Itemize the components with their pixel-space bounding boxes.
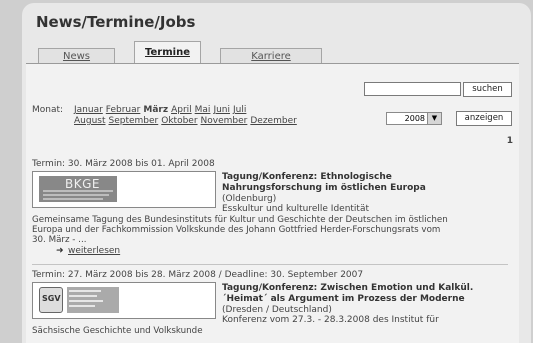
month-filter-label: Monat: — [32, 105, 64, 115]
search-input[interactable] — [364, 82, 461, 96]
sgv-logo: SGV — [32, 282, 216, 319]
year-select[interactable]: 2008 ▼ — [386, 112, 442, 125]
tab-news[interactable]: News — [38, 48, 115, 64]
event-date: Termin: 27. März 2008 bis 28. März 2008 … — [32, 270, 364, 280]
month-link-februar[interactable]: Februar — [106, 105, 141, 115]
event-subtitle: Esskultur und kulturelle Identität — [222, 204, 370, 214]
month-link-januar[interactable]: Januar — [74, 105, 103, 115]
event-title[interactable]: Tagung/Konferenz: Ethnologische Nahrungs… — [222, 172, 426, 193]
logo-text-line — [69, 295, 97, 297]
sgv-logo-mark: SGV — [39, 287, 63, 313]
event-location: (Dresden / Deutschland) — [222, 305, 332, 315]
logo-text-line — [69, 305, 95, 307]
search-button[interactable]: suchen — [463, 82, 512, 97]
event-description: Sächsische Geschichte und Volkskunde — [32, 326, 203, 336]
tab-karriere[interactable]: Karriere — [220, 48, 322, 64]
month-link-mai[interactable]: Mai — [195, 105, 211, 115]
bkge-logo: BKGE — [32, 171, 216, 208]
event-divider — [32, 264, 508, 265]
bkge-logo-text: BKGE — [65, 177, 100, 191]
sgv-logo-text: SGV — [42, 294, 61, 303]
page-title: News/Termine/Jobs — [36, 13, 196, 31]
chevron-down-icon[interactable]: ▼ — [427, 113, 441, 124]
month-link-oktober[interactable]: Oktober — [161, 116, 197, 126]
page-number[interactable]: 1 — [507, 136, 513, 146]
month-link-juli[interactable]: Juli — [233, 105, 246, 115]
logo-text-line — [43, 190, 113, 192]
bkge-logo-mark: BKGE — [39, 176, 117, 202]
month-link-november[interactable]: November — [201, 116, 248, 126]
logo-text-line — [43, 198, 103, 200]
arrow-right-icon: ➜ — [56, 246, 64, 256]
event-location: (Oldenburg) — [222, 194, 277, 204]
year-select-value: 2008 — [404, 114, 425, 123]
logo-text-line — [69, 290, 101, 292]
event-description: Gemeinsame Tagung des Bundesinstituts fü… — [32, 215, 448, 245]
month-link-dezember[interactable]: Dezember — [250, 116, 296, 126]
month-filter: Januar Februar März April Mai Juni Juli August… — [74, 105, 319, 127]
month-current-maerz: März — [143, 105, 169, 115]
month-link-april[interactable]: April — [171, 105, 192, 115]
event-subtitle: Konferenz vom 27.3. - 28.3.2008 des Inst… — [222, 315, 439, 325]
show-button[interactable]: anzeigen — [456, 111, 512, 126]
termine-content: suchen Monat: Januar Februar März April Mai J… — [26, 64, 519, 343]
event-title[interactable]: Tagung/Konferenz: Zwischen Emotion und K… — [222, 283, 473, 304]
event-date: Termin: 30. März 2008 bis 01. April 2008 — [32, 159, 215, 169]
month-link-september[interactable]: September — [109, 116, 159, 126]
tab-termine[interactable]: Termine — [134, 41, 201, 65]
read-more-link[interactable]: weiterlesen — [68, 246, 120, 256]
logo-text-line — [43, 194, 109, 196]
logo-text-line — [69, 300, 103, 302]
month-link-juni[interactable]: Juni — [213, 105, 230, 115]
main-panel: News/Termine/Jobs News Termine Karriere … — [22, 3, 531, 343]
month-link-august[interactable]: August — [74, 116, 106, 126]
